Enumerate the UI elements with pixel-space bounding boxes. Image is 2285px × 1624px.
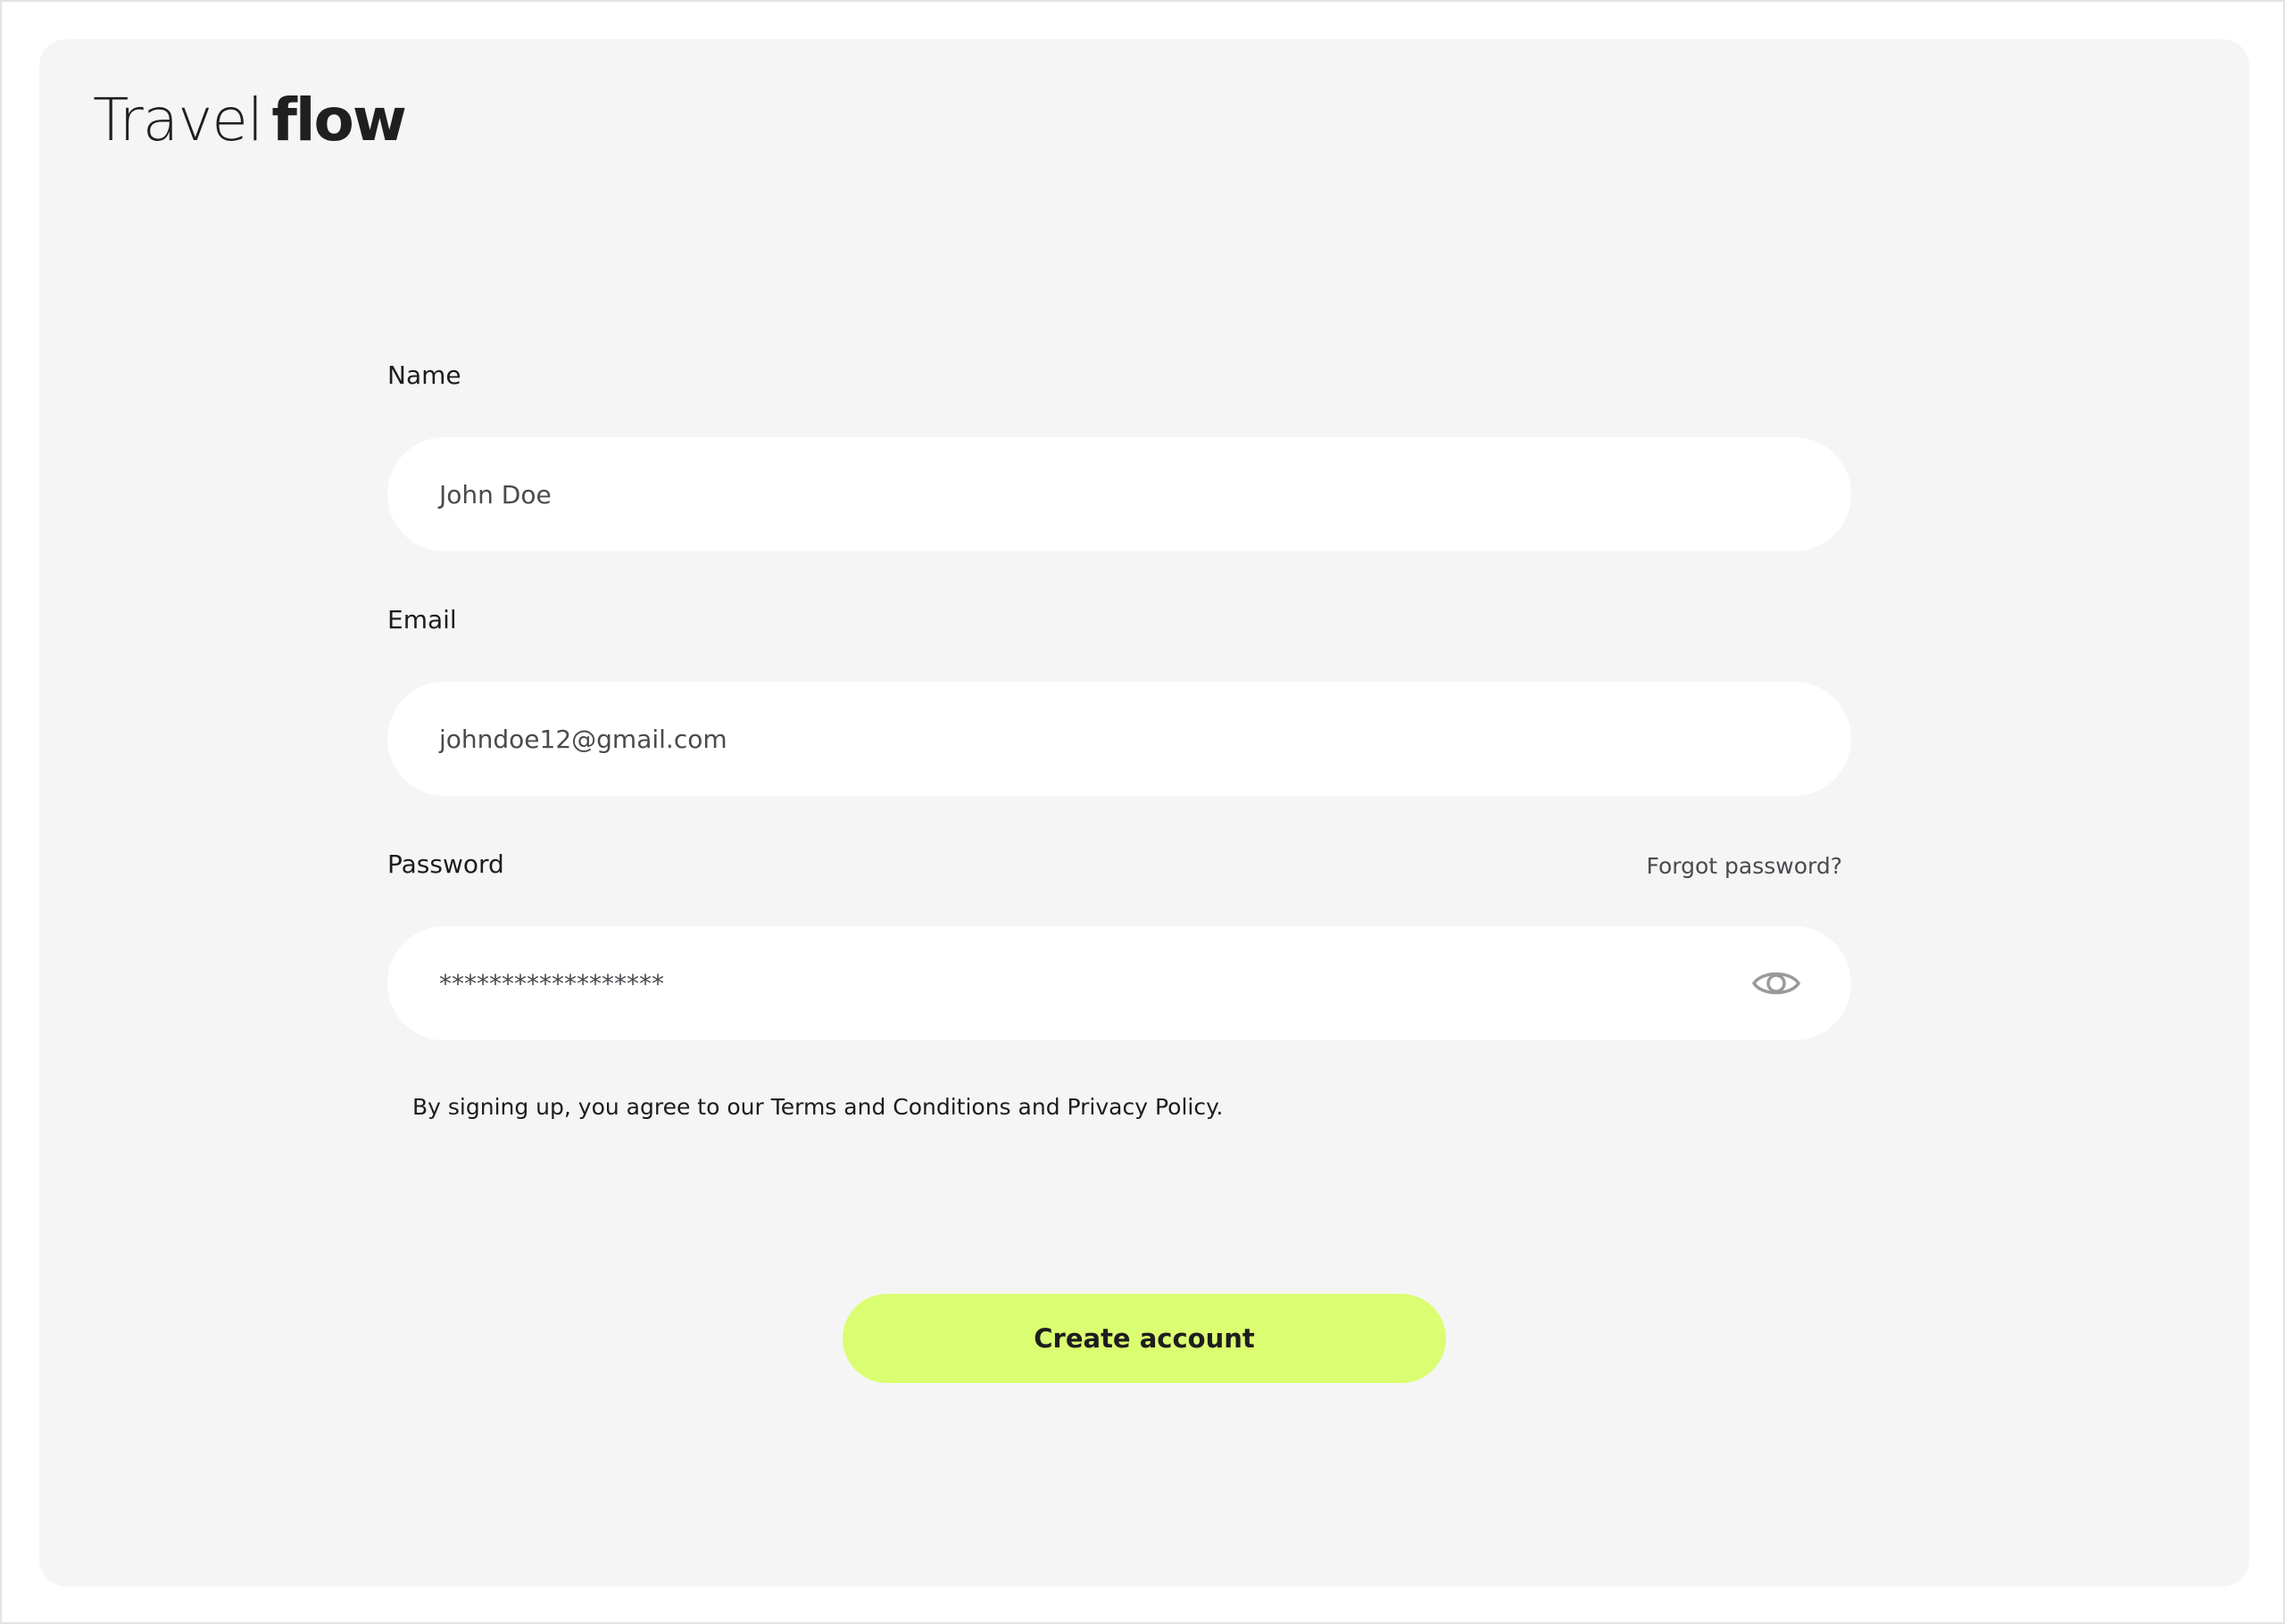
email-input[interactable]: johndoe12@gmail.com — [387, 682, 1851, 796]
email-input-value: johndoe12@gmail.com — [439, 724, 727, 754]
name-input-value: John Doe — [439, 479, 552, 510]
logo-text-bold: flow — [271, 86, 407, 154]
create-account-button[interactable]: Create account — [843, 1294, 1446, 1383]
password-input[interactable]: ****************** — [387, 926, 1851, 1040]
forgot-password-link[interactable]: Forgot password? — [1647, 853, 1843, 879]
password-label: Password — [387, 849, 504, 879]
password-label-row: Password Forgot password? — [387, 849, 1842, 879]
name-label: Name — [387, 360, 461, 390]
password-input-value: ****************** — [439, 968, 664, 998]
eye-icon[interactable] — [1751, 958, 1801, 1008]
app-window: Travel flow Name John Doe Email johndoe1… — [0, 0, 2285, 1624]
signup-card: Travel flow Name John Doe Email johndoe1… — [39, 39, 2249, 1587]
terms-text: By signing up, you agree to our Terms an… — [412, 1094, 1224, 1120]
email-label: Email — [387, 605, 457, 634]
brand-logo: Travel flow — [93, 86, 407, 157]
logo-text-light: Travel — [93, 86, 263, 154]
name-input[interactable]: John Doe — [387, 437, 1851, 551]
